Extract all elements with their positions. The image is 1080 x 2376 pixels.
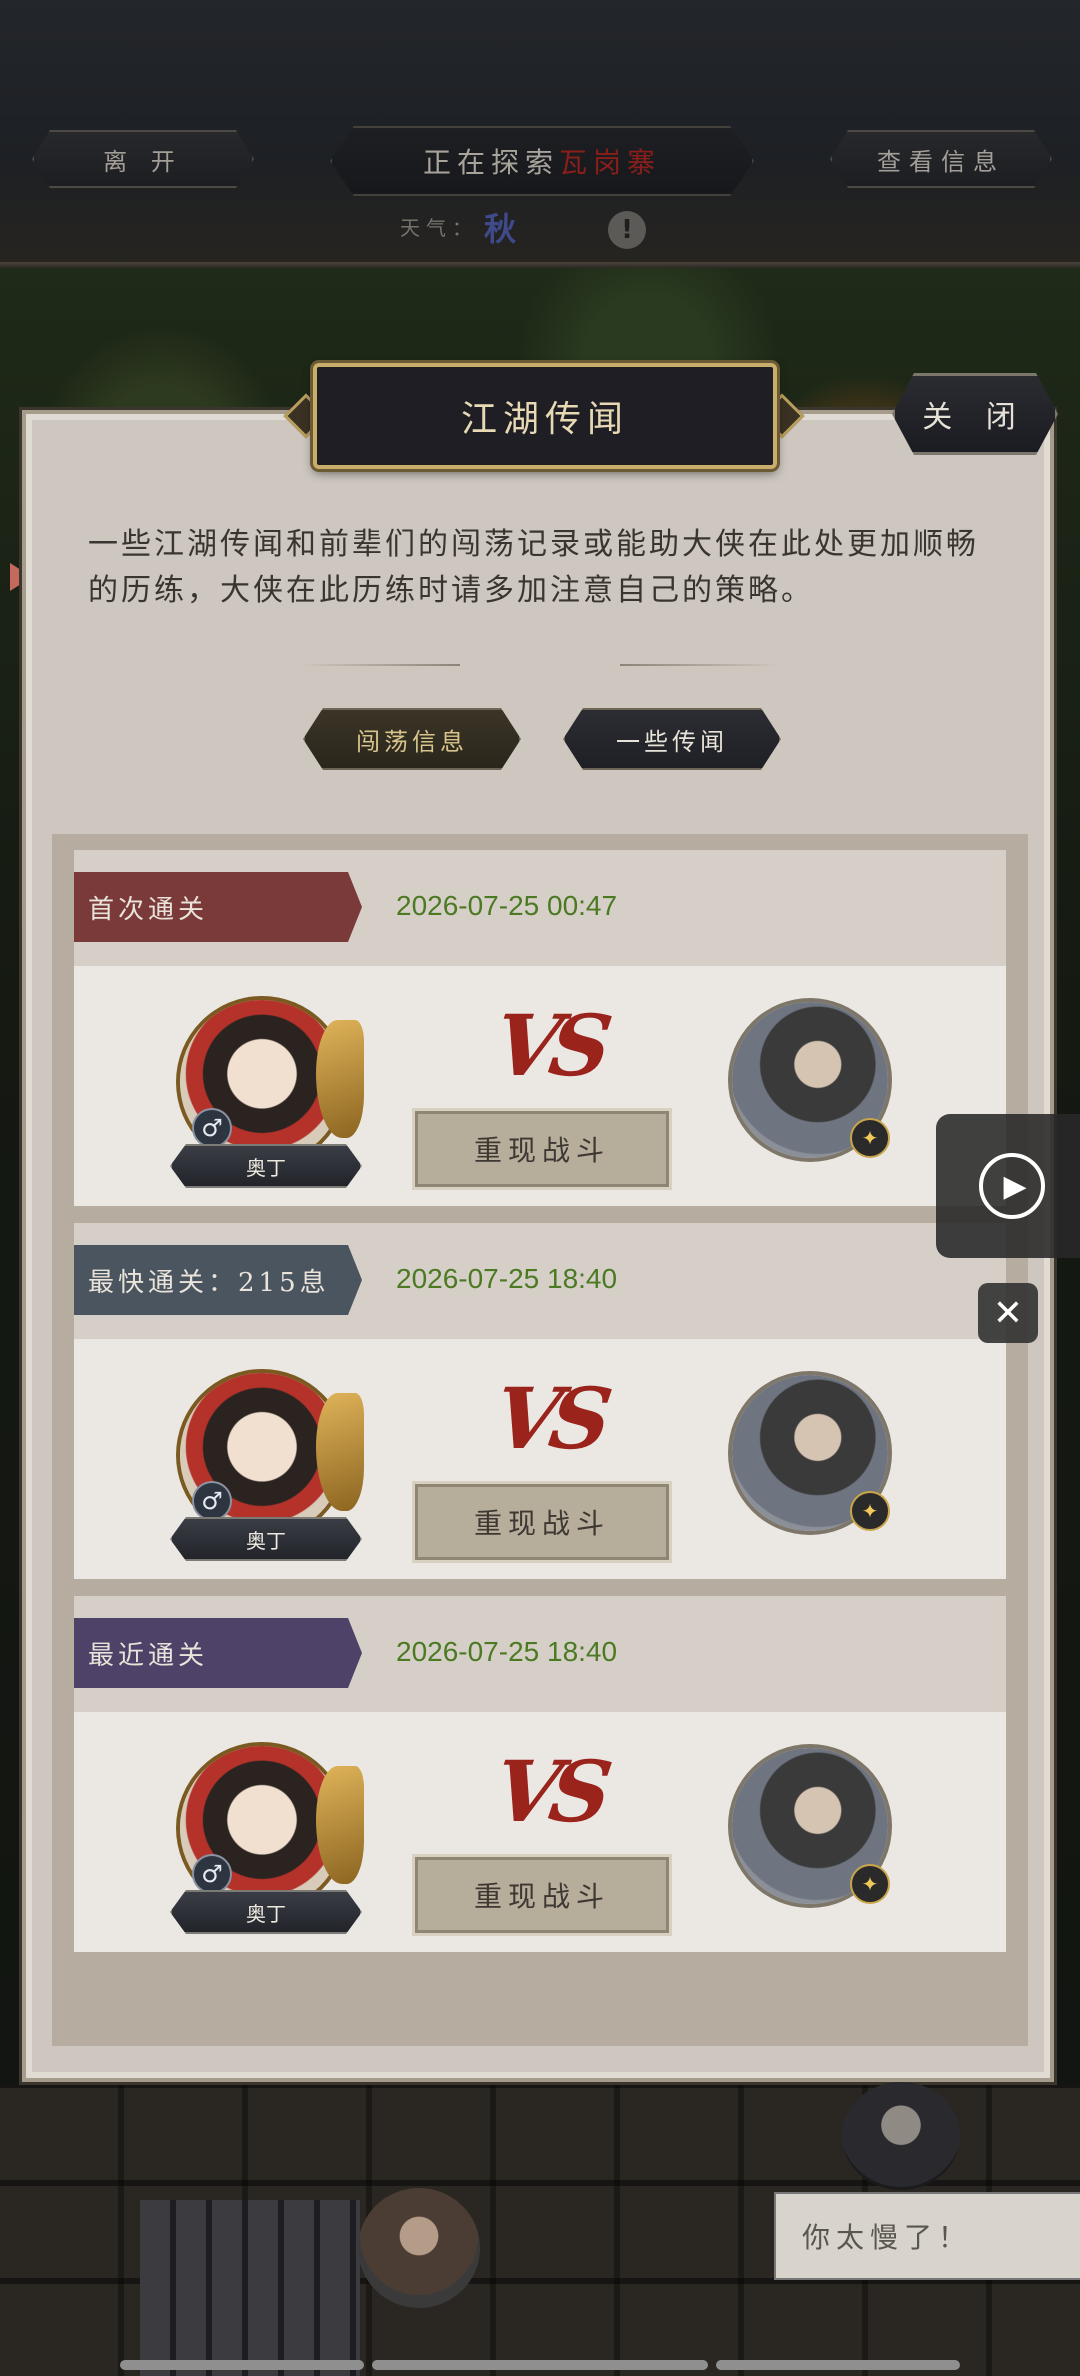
tab-adventure-info[interactable]: 闯荡信息 — [303, 708, 521, 770]
video-overlay-panel[interactable]: ▶ — [936, 1114, 1080, 1258]
record-header: 首次通关 2026-07-25 00:47 — [74, 850, 1006, 966]
record-latest-clear: 最近通关 2026-07-25 18:40 ♂ 奥丁 VS 重现战斗 ✦ — [74, 1596, 1006, 1952]
hero-portrait[interactable]: ♂ 奥丁 — [166, 1373, 364, 1563]
hero-frame-wing — [316, 1393, 364, 1511]
hero-frame-wing — [316, 1020, 364, 1138]
weather-glyph: 秋 — [484, 210, 517, 248]
hero-name: 奥丁 — [170, 1144, 362, 1188]
exploring-prefix: 正在探索 — [422, 146, 559, 179]
male-icon: ♂ — [192, 1854, 232, 1894]
tab-rumors[interactable]: 一些传闻 — [563, 708, 781, 770]
replay-battle-button[interactable]: 重现战斗 — [412, 1854, 672, 1936]
hero-portrait[interactable]: ♂ 奥丁 — [166, 1746, 364, 1936]
npc-speech-bubble: 你太慢了！ — [774, 2192, 1080, 2280]
close-button[interactable]: 关 闭 — [892, 373, 1058, 455]
record-header: 最近通关 2026-07-25 18:40 — [74, 1596, 1006, 1712]
boss-badge-icon: ✦ — [850, 1864, 890, 1904]
record-time: 2026-07-25 18:40 — [396, 1263, 618, 1294]
record-time: 2026-07-25 18:40 — [396, 1636, 618, 1667]
boss-badge-icon: ✦ — [850, 1491, 890, 1531]
replay-battle-button[interactable]: 重现战斗 — [412, 1108, 672, 1190]
npc-portrait[interactable] — [358, 2188, 480, 2308]
hero-portrait[interactable]: ♂ 奥丁 — [166, 1000, 364, 1190]
play-icon[interactable]: ▶ — [979, 1153, 1045, 1219]
hero-name: 奥丁 — [170, 1890, 362, 1934]
info-icon[interactable]: ! — [608, 211, 646, 249]
intro-text: 一些江湖传闻和前辈们的闯荡记录或能助大侠在此处更加顺畅的历练，大侠在此历练时请多… — [88, 527, 979, 608]
divider-left — [300, 664, 460, 666]
weather-label: 天气： — [400, 216, 478, 240]
leave-button[interactable]: 离 开 — [32, 130, 254, 188]
modal-title: 江湖传闻 — [313, 363, 777, 469]
vs-emblem: VS — [488, 1742, 609, 1841]
record-time: 2026-07-25 00:47 — [396, 890, 618, 921]
male-icon: ♂ — [192, 1108, 232, 1148]
record-label: 最近通关 — [74, 1618, 362, 1688]
close-icon[interactable]: ✕ — [978, 1283, 1038, 1343]
system-nav-bar — [372, 2360, 708, 2370]
topbar-divider — [0, 262, 1080, 268]
system-nav-bar — [120, 2360, 364, 2370]
vs-emblem: VS — [488, 1369, 609, 1468]
record-first-clear: 首次通关 2026-07-25 00:47 ♂ 奥丁 VS 重现战斗 ✦ — [74, 850, 1006, 1206]
system-nav-bar — [716, 2360, 960, 2370]
male-icon: ♂ — [192, 1481, 232, 1521]
hero-name: 奥丁 — [170, 1517, 362, 1561]
record-fastest-clear: 最快通关：215息 2026-07-25 18:40 ♂ 奥丁 VS 重现战斗 … — [74, 1223, 1006, 1579]
record-label: 首次通关 — [74, 872, 362, 942]
replay-battle-button[interactable]: 重现战斗 — [412, 1481, 672, 1563]
exploring-location: 瓦岗寨 — [559, 146, 662, 179]
divider-right — [620, 664, 780, 666]
hero-frame-wing — [316, 1766, 364, 1884]
boss-badge-icon: ✦ — [850, 1118, 890, 1158]
scene-gate — [140, 2200, 360, 2376]
npc-portrait-hooded[interactable] — [842, 2082, 960, 2190]
record-header: 最快通关：215息 2026-07-25 18:40 — [74, 1223, 1006, 1339]
record-label: 最快通关：215息 — [74, 1245, 362, 1315]
view-info-button[interactable]: 查看信息 — [830, 130, 1052, 188]
vs-emblem: VS — [488, 996, 609, 1095]
exploring-title: 正在探索 瓦岗寨 — [330, 126, 754, 196]
